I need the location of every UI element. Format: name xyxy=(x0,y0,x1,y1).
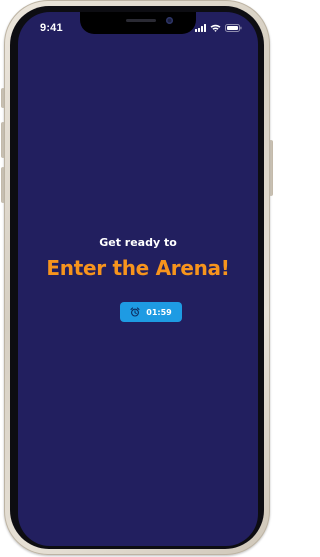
countdown-timer-value: 01:59 xyxy=(146,307,172,317)
battery-icon xyxy=(225,24,242,32)
alarm-clock-icon xyxy=(130,307,140,317)
front-camera-icon xyxy=(166,17,173,24)
page-title: Enter the Arena! xyxy=(46,256,230,280)
earpiece-speaker xyxy=(126,19,156,22)
subtitle-text: Get ready to xyxy=(99,236,177,249)
device-mockup: 9:41 Get ready to Enter the Arena! 01:59 xyxy=(0,0,275,557)
app-screen: 9:41 Get ready to Enter the Arena! 01:59 xyxy=(18,12,258,546)
wifi-icon xyxy=(210,24,221,32)
countdown-timer-badge: 01:59 xyxy=(120,302,182,322)
signal-icon xyxy=(195,24,206,32)
status-icons xyxy=(195,24,242,32)
phone-notch xyxy=(80,12,196,34)
screen-content: 9:41 Get ready to Enter the Arena! 01:59 xyxy=(18,12,258,546)
status-time: 9:41 xyxy=(40,22,63,34)
